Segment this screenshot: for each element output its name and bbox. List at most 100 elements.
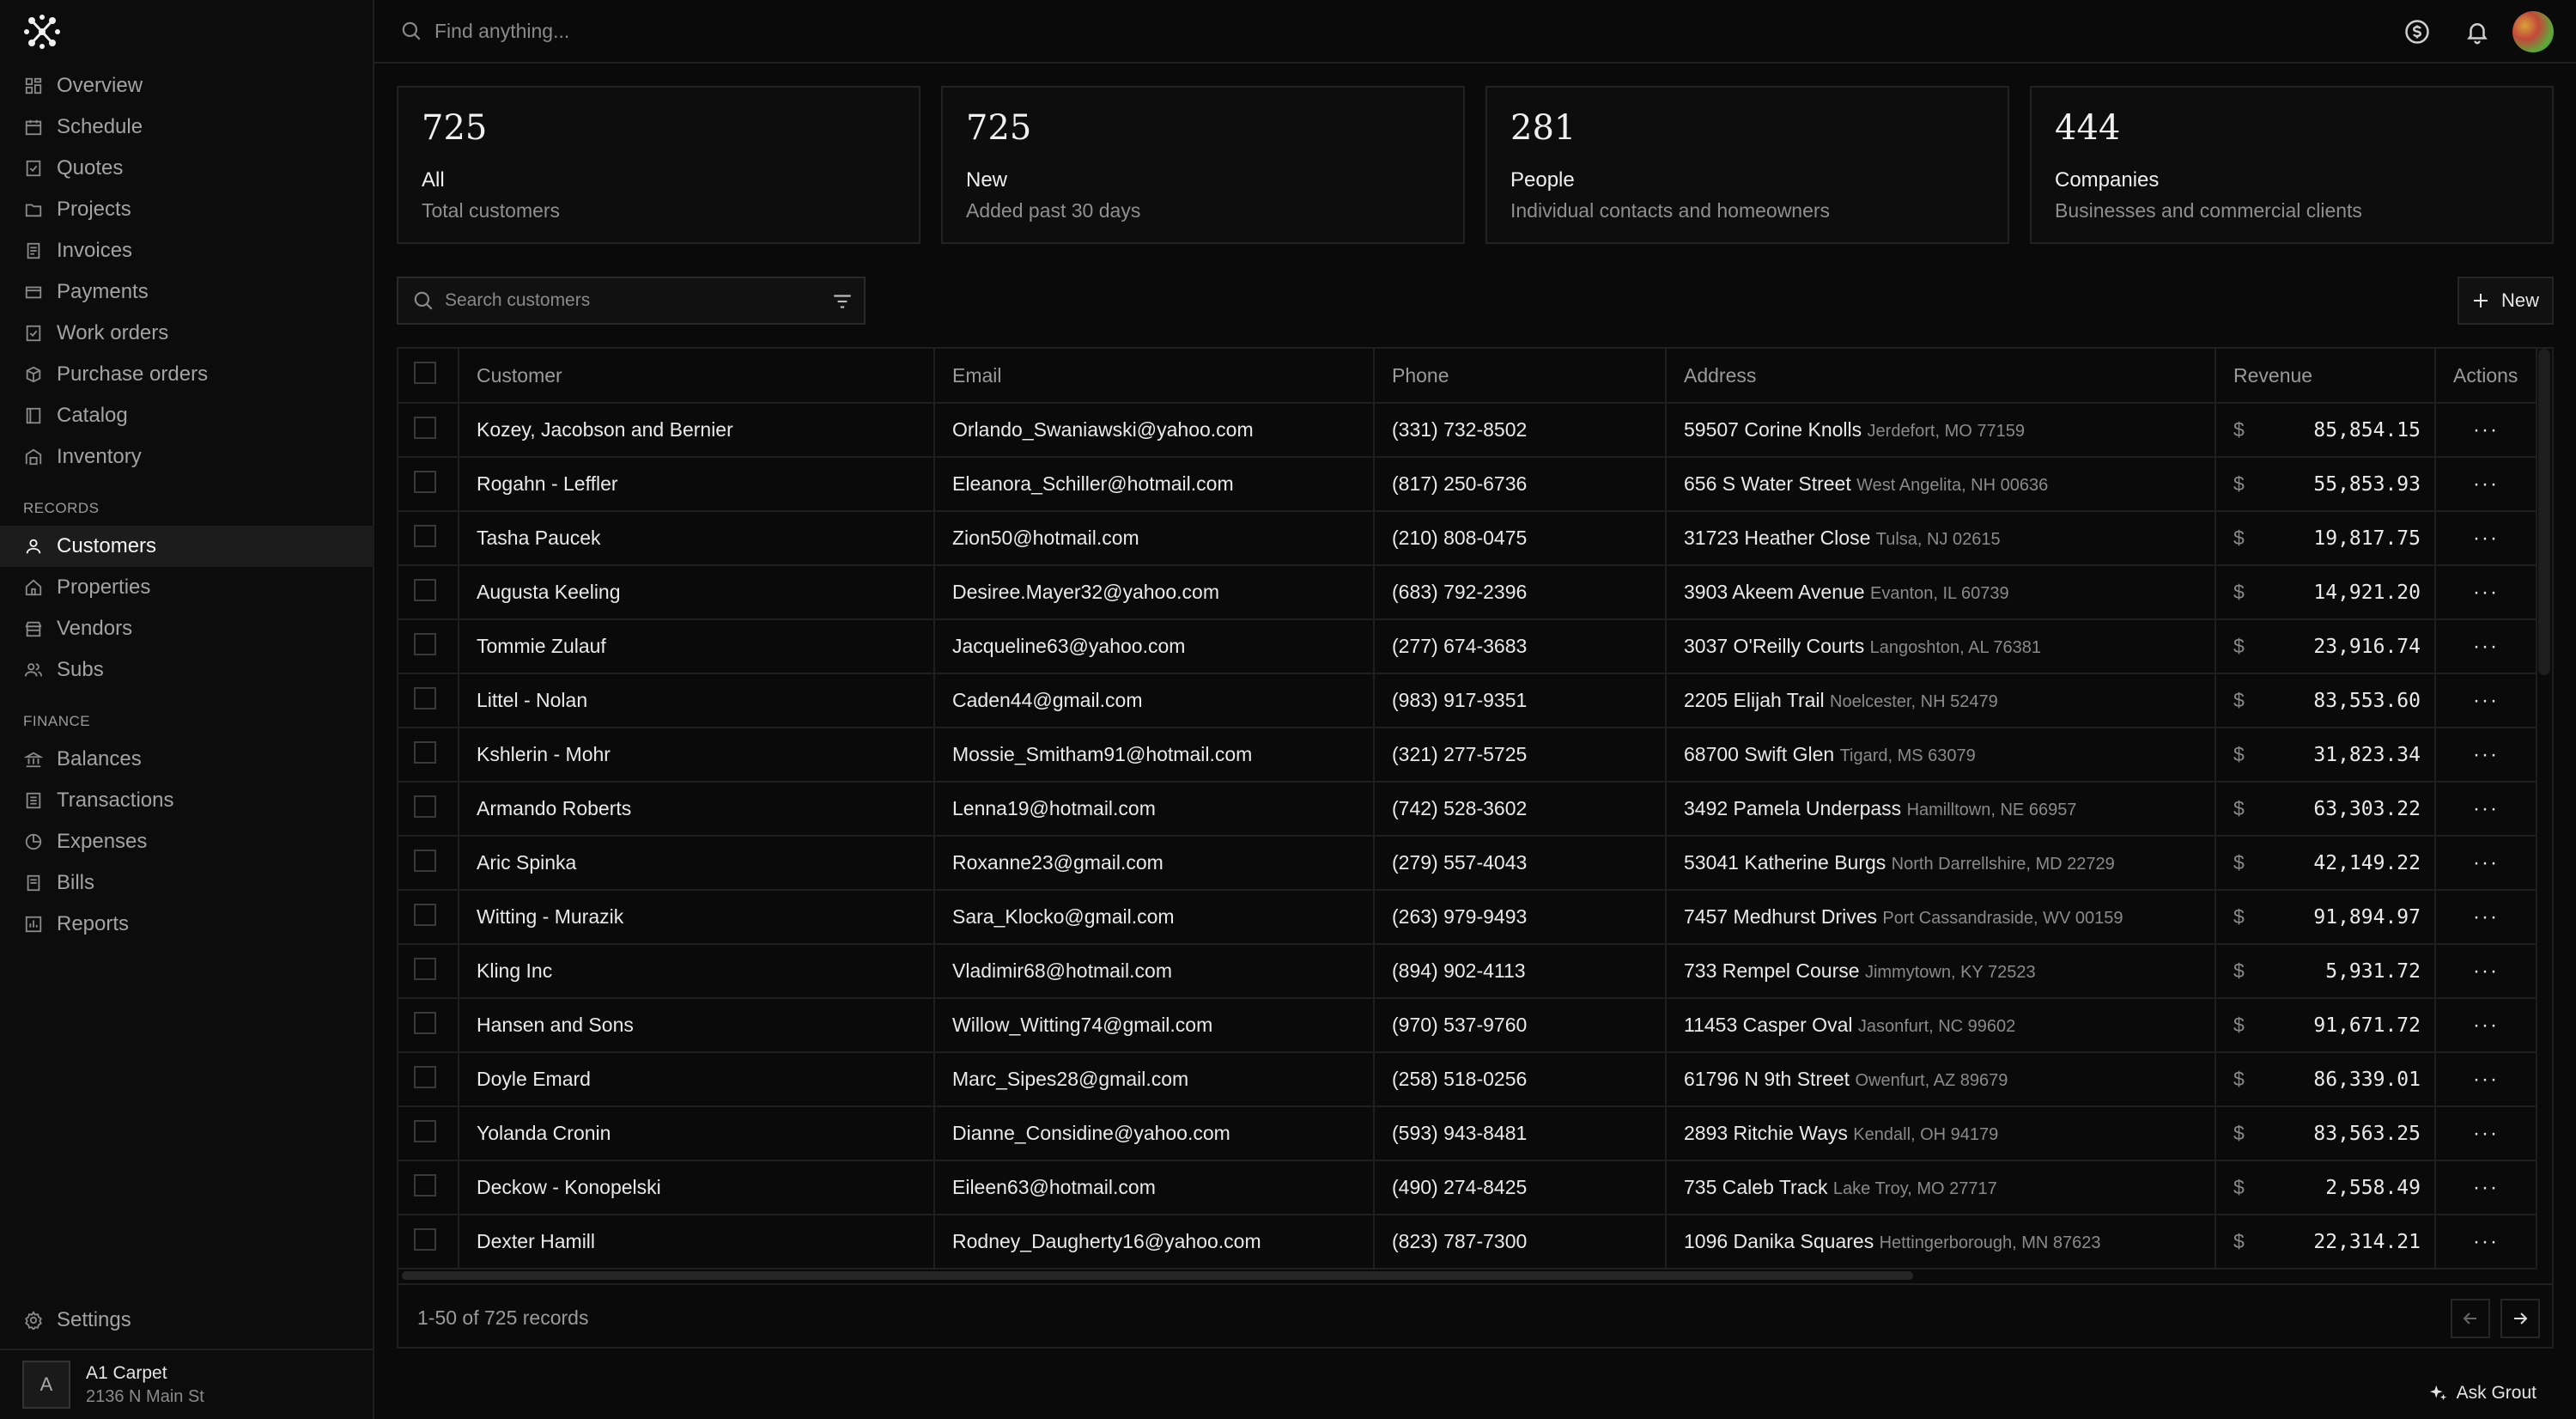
sidebar-item-balances[interactable]: Balances — [0, 739, 374, 780]
row-checkbox[interactable] — [414, 632, 436, 655]
filter-icon[interactable] — [831, 290, 854, 313]
customer-name[interactable]: Augusta Keeling — [459, 565, 935, 620]
sidebar-item-inventory[interactable]: Inventory — [0, 436, 374, 478]
logo-icon[interactable] — [22, 12, 62, 52]
customer-name[interactable]: Kozey, Jacobson and Bernier — [459, 403, 935, 458]
sidebar-item-schedule[interactable]: Schedule — [0, 107, 374, 148]
new-customer-button[interactable]: New — [2458, 277, 2554, 325]
row-actions-button[interactable]: ··· — [2435, 1160, 2537, 1215]
table-row[interactable]: Doyle Emard Marc_Sipes28@gmail.com (258) 5… — [398, 1052, 2537, 1107]
row-actions-button[interactable]: ··· — [2435, 1215, 2537, 1270]
sidebar-item-quotes[interactable]: Quotes — [0, 148, 374, 189]
table-row[interactable]: Tommie Zulauf Jacqueline63@yahoo.com (277)… — [398, 619, 2537, 674]
stat-card-people[interactable]: 281 People Individual contacts and homeown… — [1485, 86, 2009, 244]
currency-icon[interactable] — [2404, 19, 2430, 45]
sidebar-item-expenses[interactable]: Expenses — [0, 821, 374, 862]
sidebar-item-bills[interactable]: Bills — [0, 862, 374, 904]
table-row[interactable]: Witting - Murazik Sara_Klocko@gmail.com (2… — [398, 890, 2537, 945]
customer-name[interactable]: Aric Spinka — [459, 836, 935, 891]
row-actions-button[interactable]: ··· — [2435, 890, 2537, 945]
customer-name[interactable]: Yolanda Cronin — [459, 1106, 935, 1161]
sidebar-item-vendors[interactable]: Vendors — [0, 608, 374, 649]
column-header-phone[interactable]: Phone — [1374, 349, 1667, 404]
row-actions-button[interactable]: ··· — [2435, 728, 2537, 783]
row-checkbox[interactable] — [414, 957, 436, 980]
sidebar-item-reports[interactable]: Reports — [0, 904, 374, 945]
table-row[interactable]: Deckow - Konopelski Eileen63@hotmail.com(… — [398, 1160, 2537, 1215]
user-avatar[interactable] — [2512, 11, 2554, 52]
customer-name[interactable]: Deckow - Konopelski — [459, 1160, 935, 1215]
customer-search-input[interactable] — [445, 290, 823, 311]
sidebar-item-customers[interactable]: Customers — [0, 526, 374, 567]
row-checkbox[interactable] — [414, 849, 436, 872]
customer-name[interactable]: Kling Inc — [459, 944, 935, 999]
table-row[interactable]: Littel - Nolan Caden44@gmail.com (983) 917… — [398, 673, 2537, 728]
sidebar-item-invoices[interactable]: Invoices — [0, 230, 374, 271]
table-row[interactable]: Aric Spinka Roxanne23@gmail.com (279) 557-… — [398, 836, 2537, 891]
row-actions-button[interactable]: ··· — [2435, 511, 2537, 566]
sidebar-item-subs[interactable]: Subs — [0, 649, 374, 691]
row-actions-button[interactable]: ··· — [2435, 944, 2537, 999]
row-checkbox[interactable] — [414, 1173, 436, 1197]
row-checkbox[interactable] — [414, 470, 436, 493]
table-row[interactable]: Dexter Hamill Rodney_Daugherty16@yahoo.co… — [398, 1215, 2537, 1270]
stat-card-new[interactable]: 725 New Added past 30 days — [941, 86, 1465, 244]
customer-name[interactable]: Kshlerin - Mohr — [459, 728, 935, 783]
row-actions-button[interactable]: ··· — [2435, 673, 2537, 728]
table-row[interactable]: Kshlerin - Mohr Mossie_Smitham91@hotmail.… — [398, 728, 2537, 783]
customer-name[interactable]: Tasha Paucek — [459, 511, 935, 566]
column-header-revenue[interactable]: Revenue — [2215, 349, 2436, 404]
customer-name[interactable]: Armando Roberts — [459, 782, 935, 837]
customer-name[interactable]: Littel - Nolan — [459, 673, 935, 728]
sidebar-item-overview[interactable]: Overview — [0, 65, 374, 107]
sidebar-item-purchase-orders[interactable]: Purchase orders — [0, 354, 374, 395]
table-row[interactable]: Kozey, Jacobson and Bernier Orlando_Swani… — [398, 403, 2537, 458]
customer-name[interactable]: Witting - Murazik — [459, 890, 935, 945]
customer-search[interactable] — [397, 277, 866, 325]
horizontal-scrollbar[interactable] — [402, 1271, 1913, 1280]
select-all-checkbox[interactable] — [414, 362, 436, 384]
row-actions-button[interactable]: ··· — [2435, 836, 2537, 891]
sidebar-item-properties[interactable]: Properties — [0, 567, 374, 608]
sidebar-item-projects[interactable]: Projects — [0, 189, 374, 230]
column-header-address[interactable]: Address — [1666, 349, 2216, 404]
row-actions-button[interactable]: ··· — [2435, 998, 2537, 1053]
sidebar-item-transactions[interactable]: Transactions — [0, 780, 374, 821]
row-actions-button[interactable]: ··· — [2435, 1052, 2537, 1107]
table-row[interactable]: Armando Roberts Lenna19@hotmail.com (742) … — [398, 782, 2537, 837]
global-search-input[interactable]: Find anything... — [434, 20, 569, 43]
sidebar-item-settings[interactable]: Settings — [0, 1300, 374, 1341]
sidebar-item-work-orders[interactable]: Work orders — [0, 313, 374, 354]
customer-name[interactable]: Hansen and Sons — [459, 998, 935, 1053]
row-actions-button[interactable]: ··· — [2435, 1106, 2537, 1161]
bell-icon[interactable] — [2464, 19, 2490, 45]
row-checkbox[interactable] — [414, 903, 436, 926]
table-row[interactable]: Yolanda Cronin Dianne_Considine@yahoo.com… — [398, 1106, 2537, 1161]
table-row[interactable]: Tasha Paucek Zion50@hotmail.com (210) 808-… — [398, 511, 2537, 566]
sidebar-item-catalog[interactable]: Catalog — [0, 395, 374, 436]
customer-name[interactable]: Doyle Emard — [459, 1052, 935, 1107]
row-actions-button[interactable]: ··· — [2435, 457, 2537, 512]
row-actions-button[interactable]: ··· — [2435, 403, 2537, 458]
row-checkbox[interactable] — [414, 1065, 436, 1088]
vertical-scrollbar[interactable] — [2538, 349, 2550, 675]
row-checkbox[interactable] — [414, 416, 436, 439]
stat-card-companies[interactable]: 444 Companies Businesses and commercial cl… — [2030, 86, 2554, 244]
row-actions-button[interactable]: ··· — [2435, 619, 2537, 674]
table-row[interactable]: Rogahn - Leffler Eleanora_Schiller@hotmai… — [398, 457, 2537, 512]
stat-card-all[interactable]: 725 All Total customers — [397, 86, 920, 244]
column-header-email[interactable]: Email — [934, 349, 1375, 404]
row-checkbox[interactable] — [414, 524, 436, 547]
row-checkbox[interactable] — [414, 795, 436, 818]
account-switcher[interactable]: A A1 Carpet 2136 N Main St — [0, 1349, 374, 1419]
row-checkbox[interactable] — [414, 740, 436, 764]
row-checkbox[interactable] — [414, 578, 436, 601]
prev-page-button[interactable] — [2451, 1299, 2490, 1338]
customer-name[interactable]: Rogahn - Leffler — [459, 457, 935, 512]
row-checkbox[interactable] — [414, 1011, 436, 1034]
table-row[interactable]: Augusta Keeling Desiree.Mayer32@yahoo.com… — [398, 565, 2537, 620]
column-header-customer[interactable]: Customer — [459, 349, 935, 404]
sidebar-item-payments[interactable]: Payments — [0, 271, 374, 313]
row-actions-button[interactable]: ··· — [2435, 782, 2537, 837]
row-checkbox[interactable] — [414, 686, 436, 710]
